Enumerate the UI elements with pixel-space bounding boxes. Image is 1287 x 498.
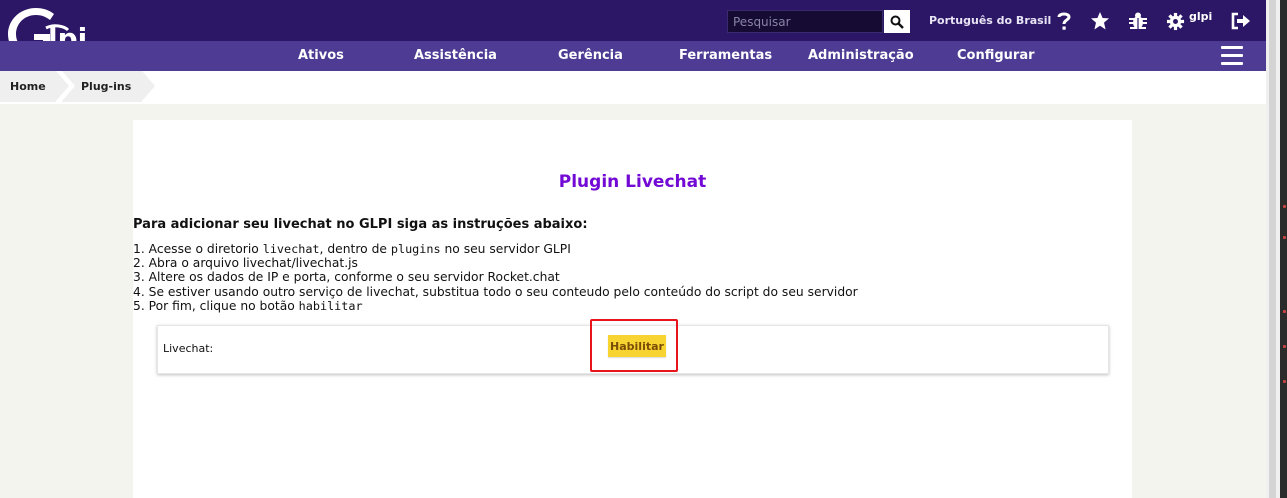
nav-assistencia[interactable]: Assistência bbox=[414, 48, 497, 63]
nav-administracao[interactable]: Administração bbox=[808, 48, 914, 63]
search-icon bbox=[890, 15, 904, 29]
main-nav: Ativos Assistência Gerência Ferramentas … bbox=[0, 41, 1266, 71]
star-icon[interactable] bbox=[1088, 9, 1112, 33]
top-header: lpi Português do Brasil bbox=[0, 0, 1266, 57]
gear-icon[interactable] bbox=[1163, 9, 1187, 33]
step-3: 3. Altere os dados de IP e porta, confor… bbox=[133, 270, 560, 285]
livechat-label: Livechat: bbox=[163, 342, 214, 355]
edge-marker bbox=[1283, 380, 1286, 383]
user-name[interactable]: glpi bbox=[1189, 10, 1212, 23]
breadcrumb: Home Plug-ins bbox=[0, 71, 1266, 104]
step-2: 2. Abra o arquivo livechat/livechat.js bbox=[133, 256, 358, 271]
search-button[interactable] bbox=[884, 10, 910, 33]
step-1: 1. Acesse o diretorio livechat, dentro d… bbox=[133, 242, 571, 256]
language-selector[interactable]: Português do Brasil bbox=[929, 14, 1051, 27]
help-icon[interactable] bbox=[1052, 9, 1076, 33]
search-input[interactable] bbox=[727, 10, 883, 33]
instructions-heading: Para adicionar seu livechat no GLPI siga… bbox=[133, 217, 588, 232]
breadcrumb-plugins[interactable]: Plug-ins bbox=[62, 71, 155, 102]
search-bar bbox=[727, 10, 910, 33]
page: lpi Português do Brasil bbox=[0, 0, 1266, 498]
edge-marker bbox=[1283, 310, 1286, 313]
menu-icon[interactable] bbox=[1221, 46, 1243, 66]
scrollbar-thumb[interactable] bbox=[1269, 0, 1276, 498]
instructions-list: 1. Acesse o diretorio livechat, dentro d… bbox=[133, 242, 858, 313]
nav-ferramentas[interactable]: Ferramentas bbox=[679, 48, 772, 63]
nav-configurar[interactable]: Configurar bbox=[957, 48, 1035, 63]
step-5: 5. Por fim, clique no botão habilitar bbox=[133, 298, 363, 313]
nav-ativos[interactable]: Ativos bbox=[298, 48, 344, 63]
page-title: Plugin Livechat bbox=[558, 172, 707, 192]
edge-marker bbox=[1283, 205, 1286, 208]
step-4: 4. Se estiver usando outro serviço de li… bbox=[133, 284, 858, 299]
edge-marker bbox=[1283, 236, 1286, 239]
window-edge bbox=[1280, 0, 1287, 498]
bug-icon[interactable] bbox=[1126, 9, 1150, 33]
edge-marker bbox=[1283, 345, 1286, 348]
enable-button[interactable]: Habilitar bbox=[608, 335, 666, 357]
breadcrumb-home[interactable]: Home bbox=[0, 71, 69, 102]
logout-icon[interactable] bbox=[1229, 9, 1253, 33]
nav-gerencia[interactable]: Gerência bbox=[558, 48, 623, 63]
